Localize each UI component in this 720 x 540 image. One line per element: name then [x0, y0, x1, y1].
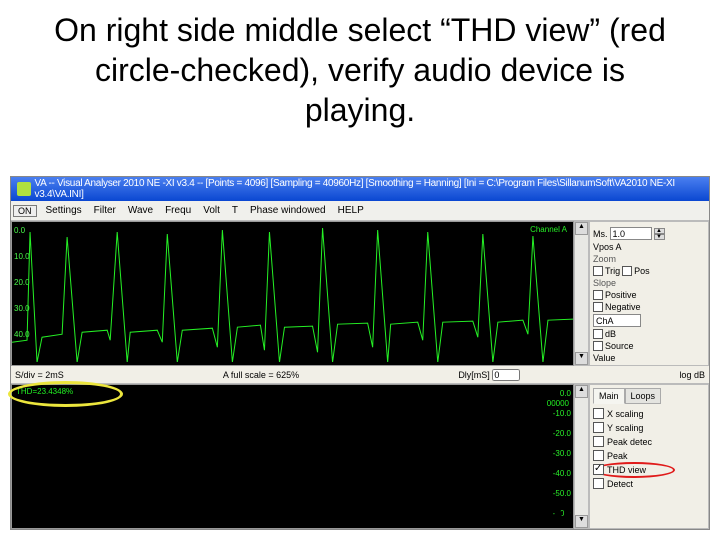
peak-checkbox[interactable]: [593, 450, 604, 461]
spectrum-controls-panel: Main Loops X scaling Y scaling Peak dete…: [589, 384, 709, 529]
status-bar: S/div = 2mS A full scale = 625% Dly[mS] …: [11, 366, 709, 384]
scope-controls-panel: Ms. ▲▼ Vpos A Zoom Trig Pos Slope Positi…: [589, 221, 709, 366]
thd-view-label: THD view: [607, 465, 646, 475]
peak-detec-label: Peak detec: [607, 437, 652, 447]
pos-label: Pos: [634, 266, 650, 276]
trig-checkbox[interactable]: [593, 266, 603, 276]
menu-frequ[interactable]: Frequ: [162, 205, 194, 216]
db-label: dB: [605, 329, 616, 339]
pos-checkbox[interactable]: [622, 266, 632, 276]
scope-waveform: [12, 222, 573, 362]
scroll-down-icon[interactable]: ▼: [575, 352, 588, 365]
menu-t[interactable]: T: [229, 205, 241, 216]
oscilloscope-panel[interactable]: 0.0 10.0 20.0 30.0 40.0 Channel A: [11, 221, 574, 366]
db-checkbox[interactable]: [593, 329, 603, 339]
window-title-text: VA -- Visual Analyser 2010 NE -XI v3.4 -…: [35, 178, 703, 200]
slope-label: Slope: [593, 278, 616, 288]
scroll-down-icon-2[interactable]: ▼: [575, 515, 588, 528]
y-scaling-label: Y scaling: [607, 423, 643, 433]
spectrum-trace: [12, 385, 573, 525]
x-scaling-label: X scaling: [607, 409, 644, 419]
spectrum-panel[interactable]: THD=23.4348% 00000 0.0 -10.0 -20.0 -30.0…: [11, 384, 574, 529]
tab-main[interactable]: Main: [593, 388, 625, 404]
thd-view-checkbox[interactable]: [593, 464, 604, 475]
app-icon: [17, 182, 31, 196]
dly-label: Dly[mS]: [458, 370, 490, 380]
value-label: Value: [593, 353, 615, 363]
detect-checkbox[interactable]: [593, 478, 604, 489]
scroll-up-icon-2[interactable]: ▲: [575, 385, 588, 398]
menu-volt[interactable]: Volt: [200, 205, 223, 216]
ms-input[interactable]: [610, 227, 652, 240]
window-titlebar: VA -- Visual Analyser 2010 NE -XI v3.4 -…: [11, 177, 709, 201]
slide-title: On right side middle select “THD view” (…: [0, 0, 720, 138]
menu-help[interactable]: HELP: [335, 205, 367, 216]
trig-label: Trig: [605, 266, 620, 276]
scope-scrollbar[interactable]: ▲ ▼: [574, 221, 589, 366]
spectrum-scrollbar[interactable]: ▲ ▼: [574, 384, 589, 529]
peak-detec-checkbox[interactable]: [593, 436, 604, 447]
y-scaling-checkbox[interactable]: [593, 422, 604, 433]
menu-phase[interactable]: Phase windowed: [247, 205, 329, 216]
scroll-up-icon[interactable]: ▲: [575, 222, 588, 235]
menu-filter[interactable]: Filter: [91, 205, 119, 216]
peak-label: Peak: [607, 451, 628, 461]
x-scaling-checkbox[interactable]: [593, 408, 604, 419]
menu-settings[interactable]: Settings: [43, 205, 85, 216]
source-label: Source: [605, 341, 634, 351]
thd-value-highlight: [8, 381, 123, 407]
menu-bar: ON Settings Filter Wave Frequ Volt T Pha…: [11, 201, 709, 221]
source-checkbox[interactable]: [593, 341, 603, 351]
ms-label: Ms.: [593, 229, 608, 239]
channel-select[interactable]: [593, 314, 641, 327]
status-right: A full scale = 625%: [223, 370, 299, 380]
app-window: VA -- Visual Analyser 2010 NE -XI v3.4 -…: [10, 176, 710, 530]
slope-neg-label: Negative: [605, 302, 641, 312]
menu-wave[interactable]: Wave: [125, 205, 156, 216]
on-button[interactable]: ON: [13, 205, 37, 217]
slope-neg-radio[interactable]: [593, 302, 603, 312]
status-left: S/div = 2mS: [15, 370, 64, 380]
ms-spinner[interactable]: ▲▼: [654, 228, 665, 240]
log-db-label: log dB: [679, 370, 705, 380]
vpos-a-label: Vpos A: [593, 242, 622, 252]
slope-pos-label: Positive: [605, 290, 637, 300]
detect-label: Detect: [607, 479, 633, 489]
tab-loops[interactable]: Loops: [625, 388, 662, 404]
dly-input[interactable]: [492, 369, 520, 381]
slope-pos-radio[interactable]: [593, 290, 603, 300]
zoom-label: Zoom: [593, 254, 616, 264]
